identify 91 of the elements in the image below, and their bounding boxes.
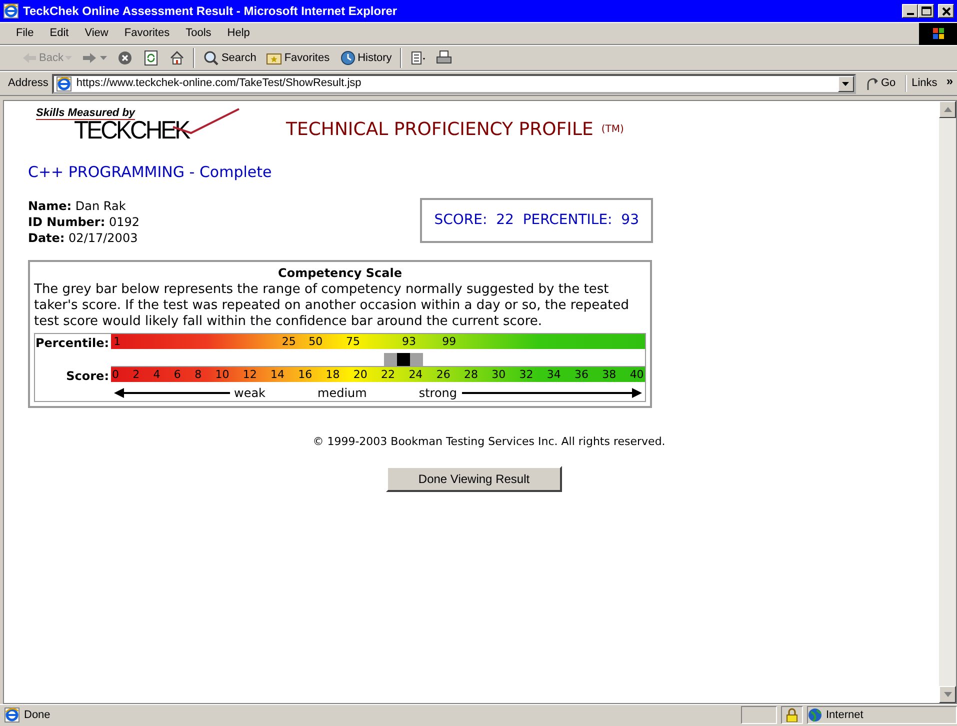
- menu-item[interactable]: File: [8, 25, 42, 42]
- score-value: 2: [132, 366, 140, 382]
- trademark-mark: (TM): [601, 122, 624, 136]
- padlock-icon: [786, 708, 798, 722]
- maximize-button[interactable]: [918, 4, 934, 18]
- search-icon: [203, 50, 220, 66]
- score-value: 16: [298, 366, 312, 382]
- score-value: 10: [215, 366, 230, 382]
- globe-icon: [808, 708, 822, 722]
- detail-line: ID Number: 0192: [28, 214, 140, 230]
- score-value: 6: [174, 366, 181, 382]
- score-value: 0: [112, 366, 119, 382]
- score-value: 22: [381, 366, 396, 382]
- score-value: 32: [519, 366, 534, 382]
- detail-line: Date: 02/17/2003: [28, 230, 139, 246]
- score-value: 12: [242, 366, 257, 382]
- score-value: 30: [492, 366, 506, 382]
- links-button[interactable]: Links: [904, 75, 942, 92]
- menu-item[interactable]: Favorites: [116, 25, 178, 42]
- maximize-icon: [919, 5, 933, 17]
- stop-icon: [117, 50, 134, 66]
- percentile-label: Percentile:: [35, 334, 110, 352]
- home-icon: [169, 50, 186, 66]
- forward-arrow-icon: [82, 50, 98, 66]
- scale-description: The grey bar below represents the range of competency normally suggested by the test taker's score. If the test was repeated on another occasion within a day or so, the repeated test score would likely fall within the confidence bar around the current score.: [34, 282, 630, 330]
- score-value: 38: [602, 366, 616, 382]
- score-value: 24: [408, 366, 423, 382]
- zone-text: Internet: [826, 708, 864, 723]
- caret-icon: [842, 82, 850, 86]
- test-title: C++ PROGRAMMING - Complete: [28, 162, 273, 183]
- minimize-button[interactable]: [902, 4, 918, 18]
- search-button[interactable]: Search: [198, 50, 262, 66]
- score-value: 20: [353, 366, 368, 382]
- percentile-value: 50: [308, 334, 323, 348]
- menu-item[interactable]: View: [76, 25, 116, 42]
- score-value: 28: [464, 366, 478, 382]
- scrollbar[interactable]: [939, 101, 956, 703]
- windows-logo: [919, 22, 957, 44]
- logo-caption: Skills Measured by: [36, 107, 136, 120]
- go-arrow-icon: [864, 76, 879, 92]
- score-marker: [397, 352, 410, 366]
- score-value: 18: [326, 366, 340, 382]
- down-arrow-icon: [944, 692, 952, 698]
- status-pane: [741, 706, 777, 724]
- score-value: 4: [153, 366, 160, 382]
- score-value: 40: [630, 366, 644, 382]
- done-button[interactable]: Done Viewing Result: [386, 466, 562, 492]
- score-value: 8: [194, 366, 202, 382]
- detail-line: Name: Dan Rak: [28, 198, 127, 214]
- score-value: 14: [270, 366, 284, 382]
- percentile-value: 1: [114, 334, 121, 348]
- copyright-text: © 1999-2003 Bookman Testing Services Inc. All rights reserved.: [312, 434, 666, 450]
- percentile-value: 75: [346, 334, 360, 348]
- score-value: 26: [436, 366, 450, 382]
- close-button[interactable]: [938, 4, 954, 18]
- band-label: medium: [318, 384, 367, 402]
- history-button[interactable]: History: [334, 50, 397, 66]
- dropdown-button[interactable]: [838, 76, 854, 92]
- menu-item[interactable]: Tools: [178, 25, 220, 42]
- caret-icon: [100, 56, 108, 60]
- percentile-value: 99: [442, 334, 456, 348]
- printer-icon: [436, 50, 452, 66]
- score-value: 36: [574, 366, 589, 382]
- document-icon: [410, 50, 426, 66]
- refresh-icon: [143, 50, 160, 66]
- score-value: 34: [546, 366, 561, 382]
- menu-item[interactable]: Help: [219, 25, 258, 42]
- scroll-up-button[interactable]: [939, 101, 956, 118]
- percentile-value: 25: [282, 334, 296, 348]
- band-label: weak: [234, 384, 266, 402]
- more-chevron[interactable]: »: [946, 72, 957, 90]
- minimize-icon: [906, 13, 914, 16]
- go-button[interactable]: Go: [860, 75, 901, 92]
- scroll-down-button[interactable]: [939, 686, 956, 703]
- address-field[interactable]: https://www.teckchek-online.com/TakeTest/ShowResult.jsp: [52, 74, 856, 94]
- up-arrow-icon: [944, 107, 952, 112]
- page-icon: [4, 707, 20, 723]
- ie-icon: [3, 3, 19, 19]
- score-label: Score:: [65, 368, 110, 384]
- clock-icon: [340, 50, 356, 66]
- page-icon: [56, 76, 72, 92]
- band-label: strong: [418, 384, 458, 402]
- scale-title: Competency Scale: [277, 264, 403, 282]
- percentile-value: 93: [402, 334, 416, 348]
- address-label: Address: [8, 76, 48, 92]
- favorites-button[interactable]: Favorites: [261, 50, 335, 66]
- score-box: SCORE: 22 PERCENTILE: 93: [420, 198, 653, 242]
- status-text: Done: [24, 708, 50, 723]
- window-title: TeckChek Online Assessment Result - Microsoft Internet Explorer: [23, 3, 398, 20]
- menu-item[interactable]: Edit: [42, 25, 77, 42]
- page-heading: TECHNICAL PROFICIENCY PROFILE: [286, 118, 594, 142]
